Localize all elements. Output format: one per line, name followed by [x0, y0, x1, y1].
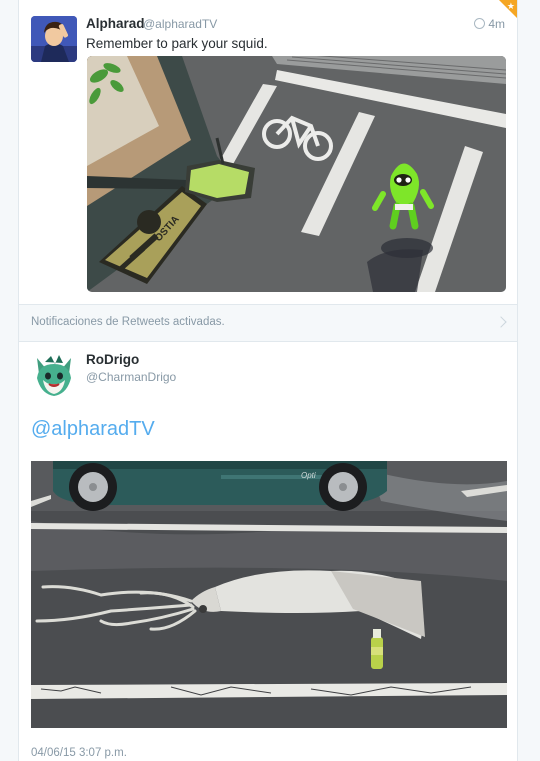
timeline-panel: Alpharad @alpharadTV 4m ★ Remember to pa… [18, 0, 518, 761]
author-handle[interactable]: @CharmanDrigo [86, 370, 176, 384]
chevron-right-icon [495, 316, 507, 328]
tweet-text-mention[interactable]: @alpharadTV [31, 418, 155, 441]
tweet-time-label: 4m [488, 17, 505, 31]
author-handle[interactable]: @alpharadTV [143, 17, 217, 31]
globe-icon [474, 18, 486, 29]
avatar[interactable] [31, 16, 77, 62]
tweet-media-image[interactable]: OSTIA [87, 56, 506, 292]
tweet-timestamp[interactable]: 04/06/15 3:07 p.m. [31, 747, 127, 759]
corner-star-icon: ★ [506, 1, 515, 11]
retweet-notice-text: Notificaciones de Retweets activadas. [31, 316, 225, 328]
retweet-notification-bar[interactable]: Notificaciones de Retweets activadas. [19, 305, 517, 342]
author-name[interactable]: RoDrigo [86, 352, 139, 367]
tweet-text: Remember to park your squid. [86, 36, 268, 51]
author-name[interactable]: Alpharad [86, 16, 145, 31]
tweet-alpharad[interactable]: Alpharad @alpharadTV 4m ★ Remember to pa… [19, 0, 517, 305]
tweet-media-image[interactable]: Opti [31, 461, 507, 728]
notification-corner: ★ [499, 0, 517, 18]
car-badge: Opti [301, 471, 316, 480]
avatar[interactable] [31, 352, 77, 398]
tweet-time[interactable]: 4m [474, 17, 505, 31]
